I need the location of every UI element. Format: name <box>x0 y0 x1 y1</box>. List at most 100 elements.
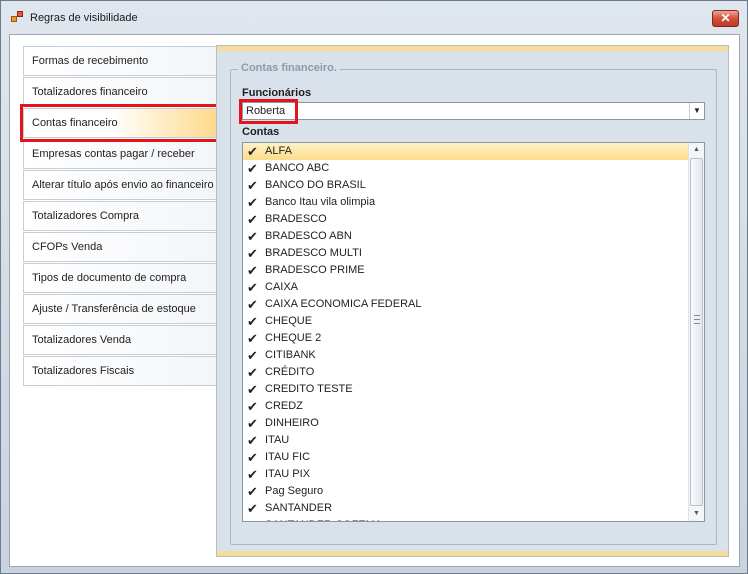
conta-label: CITIBANK <box>265 349 316 361</box>
conta-row[interactable]: ✔ ITAU FIC <box>243 449 688 466</box>
conta-label: BRADESCO <box>265 213 327 225</box>
nav-item-ajuste-transferencia[interactable]: Ajuste / Transferência de estoque <box>23 294 217 324</box>
conta-row[interactable]: ✔ ALFA <box>243 143 688 160</box>
conta-row[interactable]: ✔ ITAU <box>243 432 688 449</box>
checkmark-icon[interactable]: ✔ <box>246 451 259 464</box>
conta-row[interactable]: ✔ CITIBANK <box>243 347 688 364</box>
checkmark-icon[interactable]: ✔ <box>246 179 259 192</box>
checkmark-icon[interactable]: ✔ <box>246 298 259 311</box>
conta-row[interactable]: ✔ Pag Seguro <box>243 483 688 500</box>
checkmark-icon[interactable]: ✔ <box>246 434 259 447</box>
nav-item-label: Totalizadores Fiscais <box>32 365 135 377</box>
conta-label: CAIXA <box>265 281 299 293</box>
conta-row[interactable]: ✔ SANTANDER <box>243 500 688 517</box>
title-bar[interactable]: Regras de visibilidade ✕ <box>1 1 747 35</box>
conta-row[interactable]: ✔ CREDZ <box>243 398 688 415</box>
checkmark-icon[interactable]: ✔ <box>246 366 259 379</box>
nav-item-label: Tipos de documento de compra <box>32 272 187 284</box>
app-icon <box>11 11 24 24</box>
nav-item-totalizadores-fiscais[interactable]: Totalizadores Fiscais <box>23 356 217 386</box>
nav-item-label: Totalizadores Compra <box>32 210 139 222</box>
scroll-up-icon[interactable]: ▲ <box>689 143 704 157</box>
panel-bottom-accent <box>217 551 728 556</box>
conta-label: ITAU FIC <box>265 451 311 463</box>
conta-label: CREDZ <box>265 400 303 412</box>
conta-label: CREDITO TESTE <box>265 383 353 395</box>
checkmark-icon[interactable]: ✔ <box>246 230 259 243</box>
conta-row[interactable]: ✔ BRADESCO PRIME <box>243 262 688 279</box>
content-panel: Contas financeiro. Funcionários Roberta … <box>216 45 729 557</box>
nav-item-formas-recebimento[interactable]: Formas de recebimento <box>23 46 217 76</box>
nav-item-empresas-contas[interactable]: Empresas contas pagar / receber <box>23 139 217 169</box>
client-area: Formas de recebimento Totalizadores fina… <box>9 34 740 567</box>
nav-list: Formas de recebimento Totalizadores fina… <box>23 46 217 387</box>
close-icon: ✕ <box>720 11 731 25</box>
checkmark-icon[interactable]: ✔ <box>246 162 259 175</box>
conta-row[interactable]: ✔ CAIXA ECONOMICA FEDERAL <box>243 296 688 313</box>
conta-row[interactable]: ✔ CREDITO TESTE <box>243 381 688 398</box>
checkmark-icon[interactable]: ✔ <box>246 400 259 413</box>
checkmark-icon[interactable]: ✔ <box>246 315 259 328</box>
conta-label: SANTANDER <box>265 502 333 514</box>
conta-row[interactable]: ✔ SANTANDER COFEMA <box>243 517 688 521</box>
nav-item-totalizadores-financeiro[interactable]: Totalizadores financeiro <box>23 77 217 107</box>
funcionarios-combobox[interactable]: Roberta ▼ <box>242 102 705 120</box>
nav-item-label: Totalizadores Venda <box>32 334 132 346</box>
conta-row[interactable]: ✔ CRÉDITO <box>243 364 688 381</box>
grip-icon <box>694 315 700 324</box>
scroll-down-icon[interactable]: ▼ <box>689 507 704 521</box>
conta-row[interactable]: ✔ BRADESCO ABN <box>243 228 688 245</box>
checkmark-icon[interactable]: ✔ <box>246 468 259 481</box>
conta-row[interactable]: ✔ Banco Itau vila olimpia <box>243 194 688 211</box>
conta-row[interactable]: ✔ BANCO DO BRASIL <box>243 177 688 194</box>
checkmark-icon[interactable]: ✔ <box>246 264 259 277</box>
conta-label: SANTANDER COFEMA <box>265 517 382 521</box>
conta-label: BANCO DO BRASIL <box>265 179 366 191</box>
panel-top-accent <box>217 46 728 51</box>
contas-items: ✔ ALFA ✔ BANCO ABC ✔ BANCO DO BRASIL ✔ Banco It… <box>243 143 688 521</box>
group-title: Contas financeiro. <box>238 62 340 74</box>
scroll-thumb[interactable] <box>690 158 703 506</box>
checkmark-icon[interactable]: ✔ <box>246 383 259 396</box>
conta-row[interactable]: ✔ BANCO ABC <box>243 160 688 177</box>
checkmark-icon[interactable]: ✔ <box>246 332 259 345</box>
conta-row[interactable]: ✔ BRADESCO MULTI <box>243 245 688 262</box>
conta-row[interactable]: ✔ BRADESCO <box>243 211 688 228</box>
contas-checklist[interactable]: ✔ ALFA ✔ BANCO ABC ✔ BANCO DO BRASIL ✔ Banco It… <box>242 142 705 522</box>
nav-item-label: Empresas contas pagar / receber <box>32 148 195 160</box>
checkmark-icon[interactable]: ✔ <box>246 519 259 521</box>
nav-item-cfops-venda[interactable]: CFOPs Venda <box>23 232 217 262</box>
checkmark-icon[interactable]: ✔ <box>246 349 259 362</box>
nav-item-totalizadores-compra[interactable]: Totalizadores Compra <box>23 201 217 231</box>
dropdown-arrow-icon[interactable]: ▼ <box>689 103 704 119</box>
checkmark-icon[interactable]: ✔ <box>246 281 259 294</box>
checkmark-icon[interactable]: ✔ <box>246 502 259 515</box>
conta-label: CRÉDITO <box>265 366 315 378</box>
nav-item-alterar-titulo[interactable]: Alterar título após envio ao financeiro <box>23 170 217 200</box>
conta-label: Banco Itau vila olimpia <box>265 196 376 208</box>
close-button[interactable]: ✕ <box>712 10 739 27</box>
nav-item-totalizadores-venda[interactable]: Totalizadores Venda <box>23 325 217 355</box>
conta-row[interactable]: ✔ CHEQUE <box>243 313 688 330</box>
conta-row[interactable]: ✔ DINHEIRO <box>243 415 688 432</box>
conta-label: ITAU <box>265 434 290 446</box>
vertical-scrollbar[interactable]: ▲ ▼ <box>688 143 704 521</box>
nav-item-label: Totalizadores financeiro <box>32 86 148 98</box>
checkmark-icon[interactable]: ✔ <box>246 485 259 498</box>
conta-label: DINHEIRO <box>265 417 319 429</box>
conta-row[interactable]: ✔ CHEQUE 2 <box>243 330 688 347</box>
checkmark-icon[interactable]: ✔ <box>246 196 259 209</box>
checkmark-icon[interactable]: ✔ <box>246 417 259 430</box>
checkmark-icon[interactable]: ✔ <box>246 247 259 260</box>
conta-label: Pag Seguro <box>265 485 324 497</box>
checkmark-icon[interactable]: ✔ <box>246 145 259 158</box>
conta-row[interactable]: ✔ CAIXA <box>243 279 688 296</box>
nav-item-tipos-documento-compra[interactable]: Tipos de documento de compra <box>23 263 217 293</box>
conta-row[interactable]: ✔ ITAU PIX <box>243 466 688 483</box>
nav-item-label: Formas de recebimento <box>32 55 149 67</box>
highlight-box-nav <box>20 104 222 142</box>
nav-item-label: Ajuste / Transferência de estoque <box>32 303 196 315</box>
checkmark-icon[interactable]: ✔ <box>246 213 259 226</box>
highlight-box-combo <box>239 99 298 124</box>
conta-label: ITAU PIX <box>265 468 311 480</box>
